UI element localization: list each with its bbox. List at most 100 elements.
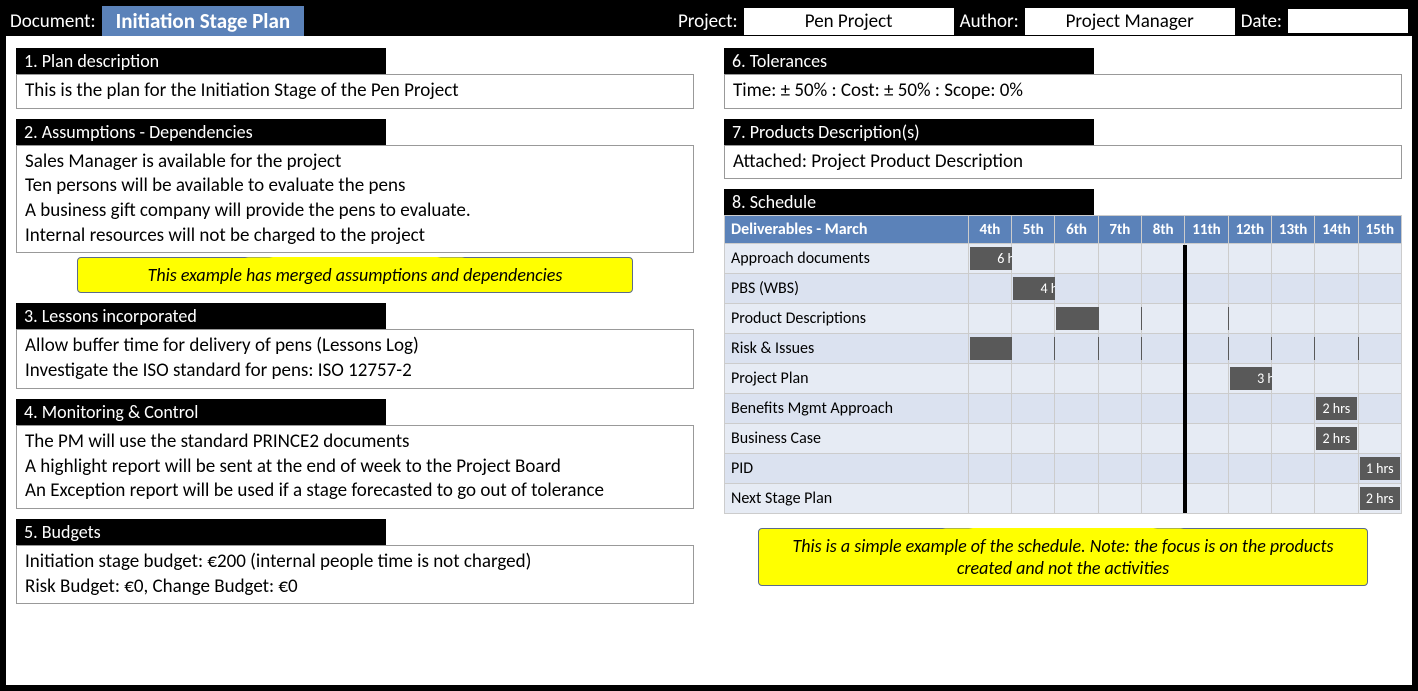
document-label: Document: <box>10 10 96 33</box>
gantt-cell <box>1185 304 1228 334</box>
section-body: This is the plan for the Initiation Stag… <box>16 74 694 109</box>
gantt-cell <box>968 394 1011 424</box>
gantt-cell <box>1358 274 1401 304</box>
gantt-row: Product Descriptions8 hrs <box>725 304 1402 334</box>
section-head: 8. Schedule <box>724 189 1094 215</box>
gantt-cell <box>1012 244 1055 274</box>
gantt-cell: 2 hrs <box>1315 394 1358 424</box>
gantt-cell <box>1012 304 1055 334</box>
gantt-cell <box>968 304 1011 334</box>
date-value[interactable] <box>1288 9 1408 33</box>
gantt-cell <box>1228 304 1271 334</box>
gantt-cell <box>1185 424 1228 454</box>
gantt-row-label: Project Plan <box>725 364 969 394</box>
body-line: Initiation stage budget: €200 (internal … <box>25 550 685 575</box>
gantt-cell: 1 hrs <box>1358 454 1401 484</box>
gantt-cell <box>1271 364 1314 394</box>
gantt-cell <box>968 424 1011 454</box>
gantt-cell <box>968 274 1011 304</box>
gantt-cell <box>1271 394 1314 424</box>
gantt-cell <box>1142 484 1185 514</box>
gantt-row: Approach documents6 hrs <box>725 244 1402 274</box>
gantt-cell <box>968 364 1011 394</box>
gantt-day: 15th <box>1358 216 1401 244</box>
gantt-cell <box>1012 424 1055 454</box>
date-label: Date: <box>1241 10 1282 33</box>
gantt-bar: 1 hrs <box>1360 457 1400 480</box>
gantt-cell <box>1185 364 1228 394</box>
gantt-row-label: PBS (WBS) <box>725 274 969 304</box>
gantt-row: Next Stage Plan2 hrs <box>725 484 1402 514</box>
gantt-cell <box>1098 424 1141 454</box>
section-plan-description: 1. Plan description This is the plan for… <box>16 48 694 109</box>
body-line: A business gift company will provide the… <box>25 199 685 224</box>
project-label: Project: <box>678 10 738 33</box>
gantt-cell <box>1358 424 1401 454</box>
author-value[interactable]: Project Manager <box>1025 8 1235 35</box>
gantt-cell <box>1012 364 1055 394</box>
gantt-cell <box>1142 454 1185 484</box>
body-line: Ten persons will be available to evaluat… <box>25 174 685 199</box>
gantt-cell <box>1098 364 1141 394</box>
gantt-cell <box>1358 394 1401 424</box>
callout-assumptions: This example has merged assumptions and … <box>77 257 633 293</box>
section-head: 2. Assumptions - Dependencies <box>16 119 386 145</box>
gantt-cell <box>1098 484 1141 514</box>
gantt-cell <box>1055 424 1098 454</box>
gantt-cell <box>1228 244 1271 274</box>
gantt-cell <box>1358 304 1401 334</box>
section-body: The PM will use the standard PRINCE2 doc… <box>16 425 694 509</box>
gantt-row: PID1 hrs <box>725 454 1402 484</box>
gantt-row-label: Product Descriptions <box>725 304 969 334</box>
gantt-cell <box>1012 484 1055 514</box>
section-body: Attached: Project Product Description <box>724 145 1402 180</box>
gantt-cell: 2 hrs <box>1358 484 1401 514</box>
gantt-day: 4th <box>968 216 1011 244</box>
gantt-cell <box>1185 454 1228 484</box>
section-body: Allow buffer time for delivery of pens (… <box>16 329 694 388</box>
body-line: Investigate the ISO standard for pens: I… <box>25 359 685 384</box>
gantt-cell <box>1055 334 1098 364</box>
gantt-cell <box>1185 394 1228 424</box>
gantt-cell <box>1271 424 1314 454</box>
document-sheet: Document: Initiation Stage Plan Project:… <box>6 6 1412 685</box>
section-head: 3. Lessons incorporated <box>16 303 386 329</box>
gantt-cell <box>1012 394 1055 424</box>
document-title: Initiation Stage Plan <box>102 6 304 36</box>
gantt-cell <box>1228 394 1271 424</box>
gantt-cell <box>1185 274 1228 304</box>
gantt-cell <box>1142 424 1185 454</box>
callout-schedule: This is a simple example of the schedule… <box>758 528 1368 586</box>
author-label: Author: <box>960 10 1019 33</box>
gantt-cell: 6 hrs <box>968 244 1011 274</box>
gantt-cell <box>1098 274 1141 304</box>
gantt-row-label: Benefits Mgmt Approach <box>725 394 969 424</box>
gantt-cell: 4 hrs <box>1012 274 1055 304</box>
section-budgets: 5. Budgets Initiation stage budget: €200… <box>16 519 694 604</box>
gantt-cell <box>1315 334 1358 364</box>
section-head: 4. Monitoring & Control <box>16 399 386 425</box>
gantt-cell <box>1012 334 1055 364</box>
gantt-cell <box>1142 394 1185 424</box>
section-assumptions: 2. Assumptions - Dependencies Sales Mana… <box>16 119 694 294</box>
section-body: Initiation stage budget: €200 (internal … <box>16 545 694 604</box>
gantt-row-label: Risk & Issues <box>725 334 969 364</box>
gantt-cell <box>1098 244 1141 274</box>
gantt-cell <box>1142 244 1185 274</box>
gantt-cell <box>1358 334 1401 364</box>
body-line: Sales Manager is available for the proje… <box>25 150 685 175</box>
gantt-day: 14th <box>1315 216 1358 244</box>
gantt-cell <box>1271 454 1314 484</box>
body-line: The PM will use the standard PRINCE2 doc… <box>25 430 685 455</box>
section-monitoring: 4. Monitoring & Control The PM will use … <box>16 399 694 509</box>
project-value[interactable]: Pen Project <box>744 8 954 35</box>
gantt-cell <box>1098 394 1141 424</box>
section-tolerances: 6. Tolerances Time: ± 50% : Cost: ± 50% … <box>724 48 1402 109</box>
gantt-table: Deliverables - March 4th 5th 6th 7th 8th… <box>724 215 1402 514</box>
gantt-cell <box>968 454 1011 484</box>
gantt-cell <box>1142 334 1185 364</box>
section-head: 5. Budgets <box>16 519 386 545</box>
gantt-cell <box>1055 484 1098 514</box>
gantt-cell <box>1142 364 1185 394</box>
section-body: Time: ± 50% : Cost: ± 50% : Scope: 0% <box>724 74 1402 109</box>
